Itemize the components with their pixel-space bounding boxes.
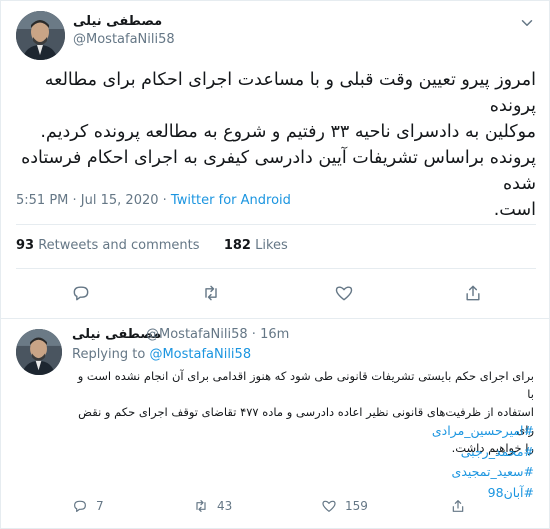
retweets-stat[interactable]: 93 Retweets and comments <box>16 238 200 253</box>
likes-stat[interactable]: 182 Likes <box>224 238 288 253</box>
likes-count: 182 <box>223 238 251 253</box>
tweet-actions <box>1 279 550 307</box>
avatar[interactable] <box>16 11 65 60</box>
like-icon <box>322 500 336 512</box>
share-icon[interactable] <box>463 283 483 303</box>
reply-icon[interactable] <box>71 283 91 303</box>
retweet-icon <box>196 500 206 512</box>
tweet-text-line: پرونده براساس تشریفات آیین دادرسی کیفری … <box>21 148 536 194</box>
reply-count: 7 <box>96 499 104 513</box>
tweet-text-line: موکلین به دادسرای ناحیه ۳۳ رفتیم و شروع … <box>40 122 536 142</box>
chevron-down-icon[interactable] <box>518 14 536 32</box>
divider <box>16 224 536 225</box>
share-action[interactable] <box>450 498 466 514</box>
reply-actions: 7 43 159 <box>72 498 542 520</box>
meta-separator: · <box>72 193 81 208</box>
reply-text-line: برای اجرای حکم بایستی تشریفات قانونی طی … <box>77 369 534 401</box>
reply-action[interactable]: 7 <box>72 498 104 514</box>
tweet-date[interactable]: Jul 15, 2020 <box>81 193 159 208</box>
author-name[interactable]: مصطفی نیلی <box>73 14 162 29</box>
tweet-age[interactable]: 16m <box>260 327 289 342</box>
like-action[interactable]: 159 <box>321 498 368 514</box>
retweet-count: 43 <box>217 499 233 513</box>
retweets-label: Retweets and comments <box>38 238 200 253</box>
tweet-stats: 93 Retweets and comments 182 Likes <box>16 238 288 253</box>
retweet-action[interactable]: 43 <box>193 498 232 514</box>
author-handle[interactable]: @MostafaNili58 <box>73 32 175 47</box>
tweet-source[interactable]: Twitter for Android <box>171 193 291 208</box>
likes-label: Likes <box>255 238 288 253</box>
retweet-icon[interactable] <box>201 283 221 303</box>
meta-separator: · <box>162 193 171 208</box>
meta-separator: · <box>251 327 261 342</box>
avatar[interactable] <box>16 329 62 375</box>
like-icon[interactable] <box>334 283 354 303</box>
author-handle[interactable]: @MostafaNili58 <box>146 327 248 342</box>
replying-prefix: Replying to <box>72 347 146 362</box>
retweets-count: 93 <box>16 238 35 253</box>
tweet-meta: 5:51 PM · Jul 15, 2020 · Twitter for And… <box>16 193 291 208</box>
hashtag[interactable]: #امیرحسین_مرادی <box>432 421 534 442</box>
main-tweet: مصطفی نیلی @MostafaNili58 امروز پیرو تعی… <box>1 1 550 319</box>
tweet-thread: مصطفی نیلی @MostafaNili58 امروز پیرو تعی… <box>0 0 550 529</box>
replying-to-handle[interactable]: @MostafaNili58 <box>149 347 251 362</box>
author-handle-and-age: @MostafaNili58 · 16m <box>146 327 289 342</box>
reply-icon <box>74 500 86 512</box>
divider <box>16 268 536 269</box>
like-count: 159 <box>345 499 368 513</box>
hashtag-list: #امیرحسین_مرادی #محمد_رجبی #سعید_تمجیدی … <box>432 421 534 503</box>
tweet-text-line: امروز پیرو تعیین وقت قبلی و با مساعدت اج… <box>44 70 536 116</box>
replying-to: Replying to @MostafaNili58 <box>72 347 251 362</box>
hashtag[interactable]: #محمد_رجبی <box>432 442 534 463</box>
tweet-time[interactable]: 5:51 PM <box>16 193 68 208</box>
hashtag[interactable]: #سعید_تمجیدی <box>432 462 534 483</box>
share-icon <box>452 500 464 512</box>
